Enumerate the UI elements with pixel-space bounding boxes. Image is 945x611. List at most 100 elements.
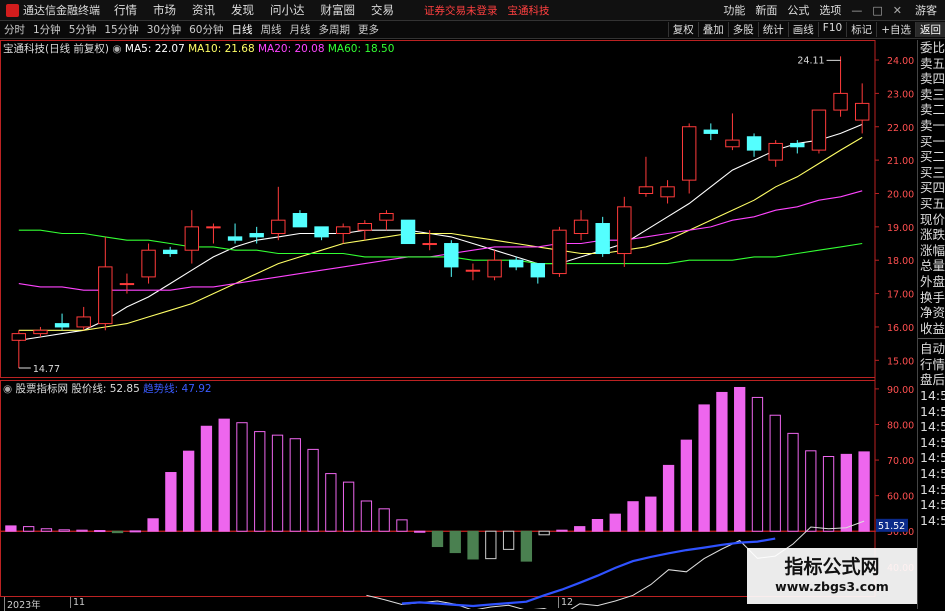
price-tick-label: 21.00 (887, 156, 914, 167)
candle-body (725, 139, 740, 148)
candle-body (746, 136, 762, 151)
candle-body (335, 226, 351, 235)
quote-field-9: 买四 (920, 180, 945, 196)
price-tick-label: 24.00 (887, 56, 914, 67)
candle-body (227, 236, 243, 241)
indicator-bar (396, 519, 408, 532)
price-tick-label: 15.00 (887, 356, 914, 367)
price-tick-label: 17.00 (887, 290, 914, 301)
candle-body (249, 233, 264, 238)
ma-line-ma5 (18, 123, 863, 341)
indicator-tick-label: 80.00 (887, 420, 914, 431)
candle-body (487, 259, 502, 278)
indicator-bar (467, 530, 479, 560)
candle-body (444, 243, 459, 268)
candle-body (33, 329, 48, 335)
quote-sidebar: 委比 卖五 卖四 卖三 卖二 卖一 买一 买二 买三 买四 买五 现价 涨跌 涨幅 总量 外盘 换手 净资 收益 自动… (917, 40, 945, 609)
candle-body (162, 249, 178, 255)
candle-body (768, 142, 783, 161)
tick-field-3: 14:50 (920, 388, 945, 404)
tick-field-5: 14:50 (920, 419, 945, 435)
ma-line-ma10 (18, 136, 863, 331)
quote-field-4: 卖二 (920, 102, 945, 118)
indicator-bar (485, 530, 497, 560)
indicator-tick-label: 70.00 (887, 456, 914, 467)
quote-field-1: 卖五 (920, 55, 945, 71)
indicator-bar (538, 530, 550, 536)
quote-field-16: 换手 (920, 289, 945, 305)
indicator-bar (574, 526, 586, 532)
indicator-bar (200, 425, 213, 532)
candle-body (833, 92, 848, 111)
quote-field-6: 买一 (920, 133, 945, 149)
high-label: 24.11 (797, 55, 824, 66)
candle-body (76, 316, 91, 328)
sidebar-divider (918, 338, 945, 340)
indicator-bar (236, 422, 248, 532)
candle-body (184, 226, 200, 251)
candle-body (530, 263, 546, 278)
candle-body (206, 226, 221, 229)
indicator-bar (556, 529, 568, 532)
price-tick-label: 20.00 (887, 189, 914, 200)
quote-field-15: 外盘 (920, 273, 945, 289)
candle-body (552, 229, 567, 275)
tick-field-2: 盘后 (920, 372, 945, 388)
indicator-bar (698, 404, 710, 532)
indicator-bar (805, 450, 817, 532)
chart-canvas[interactable]: 24.11 14.77 24.00 23.00 22.00 21.00 20.00 19.00… (0, 0, 917, 609)
indicator-bar (289, 438, 301, 532)
candle-body (508, 259, 524, 268)
indicator-bar (751, 396, 764, 532)
indicator-bar (609, 513, 621, 532)
candle-body (357, 223, 373, 231)
quote-field-2: 卖四 (920, 71, 945, 87)
date-label-1: 11 (70, 597, 85, 608)
indicator-bar (182, 450, 195, 532)
indicator-bar (840, 453, 852, 532)
watermark-title: 指标公式网 (784, 556, 880, 578)
indicator-bar (40, 528, 53, 532)
indicator-bar (520, 530, 533, 562)
candle-body (703, 129, 719, 134)
quote-field-7: 买二 (920, 149, 945, 165)
tick-field-10: 14:50 (920, 497, 945, 513)
tick-field-7: 14:50 (920, 450, 945, 466)
quote-field-10: 买五 (920, 195, 945, 211)
quote-field-12: 涨跌 (920, 227, 945, 243)
candle-body (292, 213, 308, 228)
indicator-bar (627, 501, 639, 532)
indicator-bar (414, 530, 426, 533)
candle-body (790, 142, 805, 148)
candle-body (638, 186, 654, 194)
quote-field-5: 卖一 (920, 117, 945, 133)
indicator-bar (822, 456, 835, 532)
candle-body (595, 223, 610, 255)
quote-field-17: 净资 (920, 305, 945, 321)
candle-body (119, 283, 135, 286)
tick-field-11: 14:50 (920, 512, 945, 528)
indicator-bar (23, 526, 35, 532)
tick-field-8: 14:50 (920, 466, 945, 482)
indicator-tick-label: 60.00 (887, 492, 914, 503)
indicator-bar (342, 481, 355, 532)
price-tick-label: 16.00 (887, 323, 914, 334)
indicator-bar (271, 434, 284, 532)
tool-button-8[interactable]: 返回 (915, 22, 945, 37)
indicator-bar (129, 530, 141, 533)
date-axis: 2023年 11 12 (0, 597, 875, 611)
indicator-bar (449, 530, 461, 554)
tick-field-6: 14:50 (920, 434, 945, 450)
indicator-bar (769, 414, 781, 532)
indicator-bar (858, 451, 870, 532)
indicator-bar (378, 508, 390, 532)
indicator-bar (254, 431, 266, 532)
candle-body (141, 249, 156, 278)
indicator-bar (307, 448, 319, 532)
indicator-bar (111, 530, 124, 534)
indicator-bar (431, 530, 444, 548)
candle-body (54, 323, 70, 328)
indicator-bar (502, 530, 515, 550)
quote-field-18: 收益 (920, 320, 945, 336)
indicator-bar (591, 518, 604, 532)
